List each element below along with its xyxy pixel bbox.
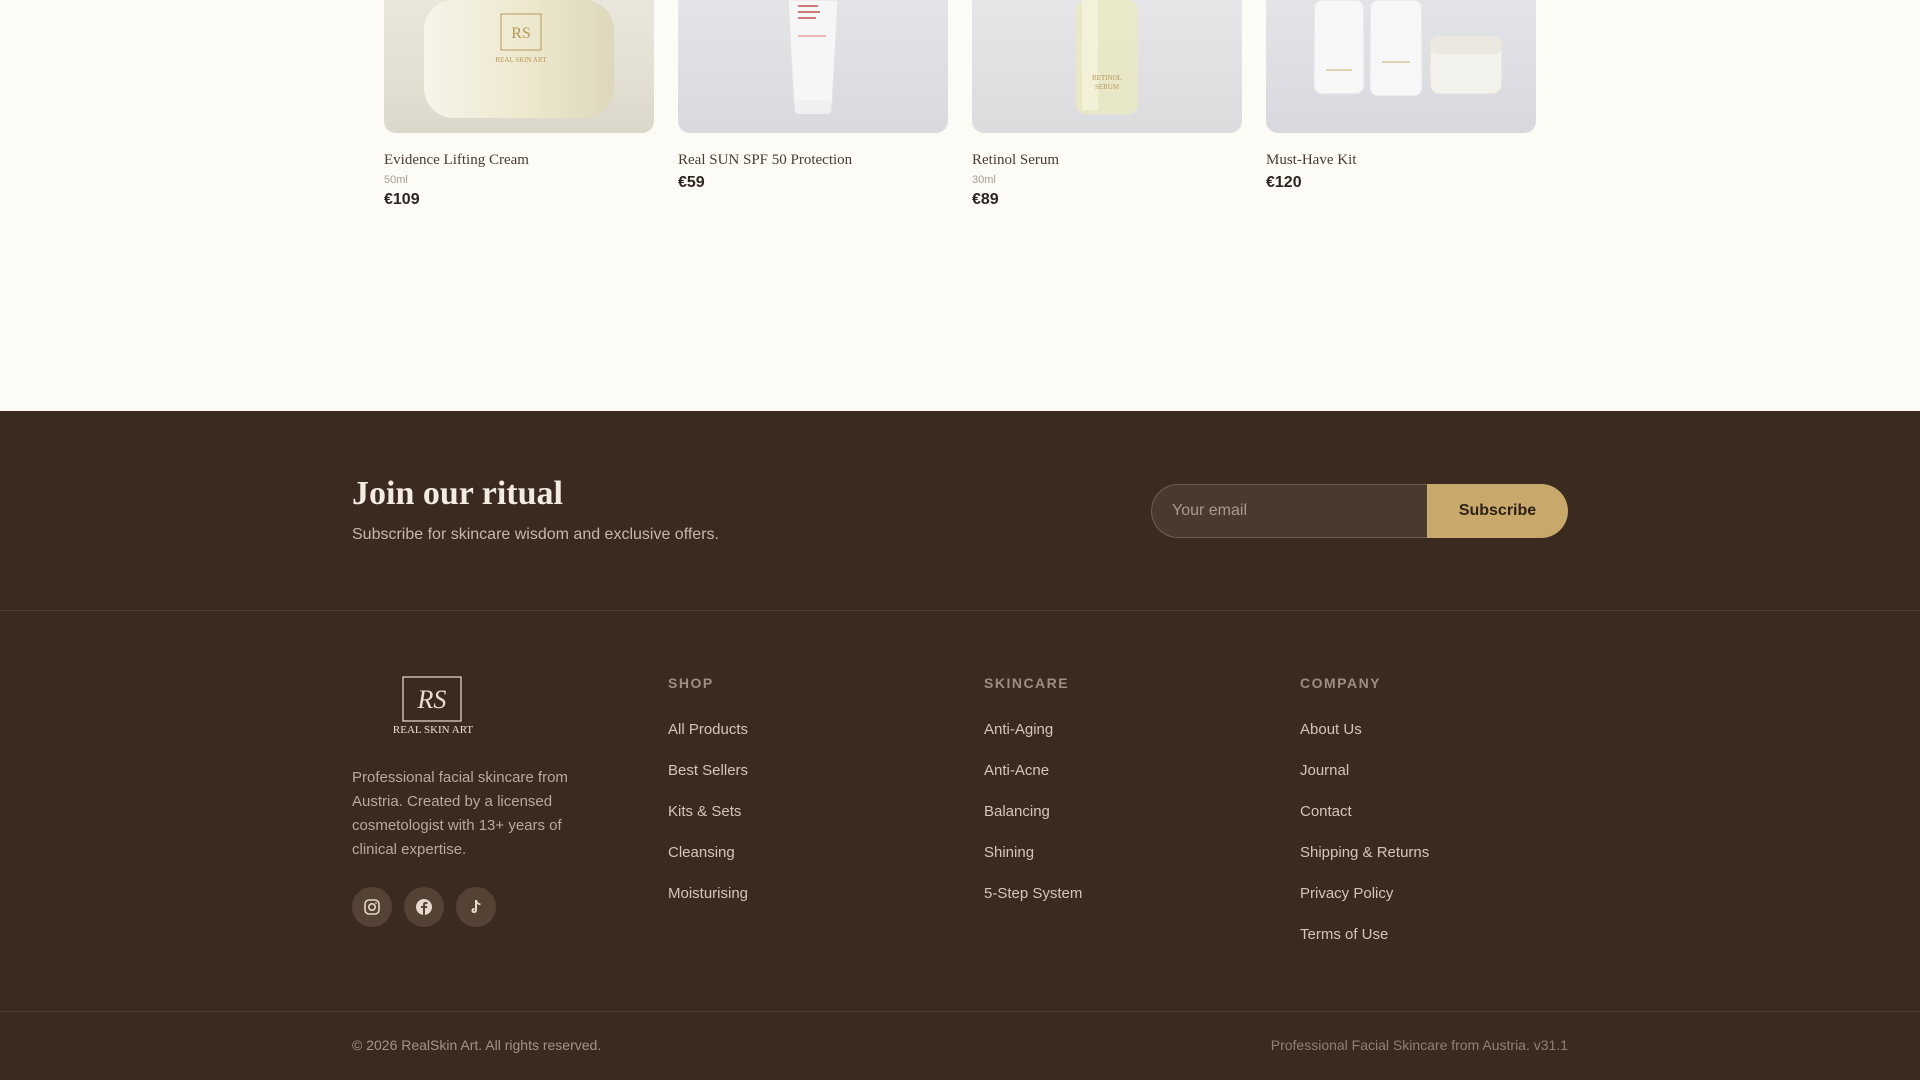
serum-bottle-image: RETINOL SERUM xyxy=(1076,0,1138,114)
product-card-must-have-kit[interactable]: Must-Have Kit €120 xyxy=(1266,0,1536,192)
product-size: 30ml xyxy=(972,174,996,186)
footer-link[interactable]: 5-Step System xyxy=(984,885,1082,926)
copyright-text: © 2026 RealSkin Art. All rights reserved… xyxy=(352,1037,602,1053)
footer-column-company: COMPANY About Us Journal Contact Shippin… xyxy=(1300,675,1429,967)
footer-link[interactable]: Kits & Sets xyxy=(668,803,748,844)
product-card-evidence-lifting-cream[interactable]: RS REAL SKIN ART Evidence Lifting Cream … xyxy=(384,0,654,209)
site-footer: Join our ritual Subscribe for skincare w… xyxy=(0,411,1920,1080)
product-name[interactable]: Evidence Lifting Cream xyxy=(384,152,654,169)
facebook-link[interactable] xyxy=(404,887,444,927)
svg-text:RETINOL: RETINOL xyxy=(1092,74,1122,82)
logo-text: REAL SKIN ART xyxy=(393,724,473,736)
svg-text:REAL SKIN ART: REAL SKIN ART xyxy=(495,56,547,64)
product-grid: RS REAL SKIN ART Evidence Lifting Cream … xyxy=(0,0,1920,411)
product-name[interactable]: Retinol Serum xyxy=(972,152,1242,169)
footer-column-shop: SHOP All Products Best Sellers Kits & Se… xyxy=(668,675,748,926)
kit-bottles-image xyxy=(1313,0,1503,97)
newsletter-section: Join our ritual Subscribe for skincare w… xyxy=(0,411,1920,611)
svg-text:SERUM: SERUM xyxy=(1095,83,1120,91)
footer-link[interactable]: Anti-Acne xyxy=(984,762,1082,803)
footer-link[interactable]: Best Sellers xyxy=(668,762,748,803)
tiktok-link[interactable] xyxy=(456,887,496,927)
product-price: €120 xyxy=(1266,174,1302,191)
email-input[interactable] xyxy=(1151,484,1428,538)
subscribe-button[interactable]: Subscribe xyxy=(1427,484,1568,538)
tiktok-icon xyxy=(471,900,481,913)
product-image[interactable]: RS REAL SKIN ART xyxy=(384,0,654,133)
facebook-icon xyxy=(416,899,432,915)
product-image[interactable] xyxy=(1266,0,1536,133)
sunscreen-tube-image xyxy=(787,0,839,114)
brand-logo[interactable]: RS REAL SKIN ART xyxy=(385,676,481,740)
footer-link[interactable]: Cleansing xyxy=(668,844,748,885)
cream-jar-image: RS REAL SKIN ART xyxy=(424,0,614,118)
newsletter-subtitle: Subscribe for skincare wisdom and exclus… xyxy=(352,526,719,543)
footer-link[interactable]: Contact xyxy=(1300,803,1429,844)
product-name[interactable]: Must-Have Kit xyxy=(1266,152,1536,169)
footer-link[interactable]: All Products xyxy=(668,721,748,762)
newsletter-title: Join our ritual xyxy=(352,475,563,512)
footer-link[interactable]: Shipping & Returns xyxy=(1300,844,1429,885)
product-image[interactable]: RETINOL SERUM xyxy=(972,0,1242,133)
footer-link[interactable]: Anti-Aging xyxy=(984,721,1082,762)
product-card-retinol-serum[interactable]: RETINOL SERUM Retinol Serum 30ml €89 xyxy=(972,0,1242,209)
footer-link[interactable]: Moisturising xyxy=(668,885,748,926)
footer-bottom-bar: © 2026 RealSkin Art. All rights reserved… xyxy=(0,1011,1920,1080)
footer-link[interactable]: About Us xyxy=(1300,721,1429,762)
footer-link[interactable]: Terms of Use xyxy=(1300,926,1429,967)
footer-link[interactable]: Journal xyxy=(1300,762,1429,803)
brand-description: Professional facial skincare from Austri… xyxy=(352,769,568,858)
logo-monogram: RS xyxy=(417,685,447,714)
social-links xyxy=(352,887,496,927)
footer-tagline: Professional Facial Skincare from Austri… xyxy=(1270,1037,1568,1053)
product-name[interactable]: Real SUN SPF 50 Protection xyxy=(678,152,948,169)
product-price: €89 xyxy=(972,191,999,208)
footer-link[interactable]: Balancing xyxy=(984,803,1082,844)
footer-column-skincare: SKINCARE Anti-Aging Anti-Acne Balancing … xyxy=(984,675,1082,926)
column-title: COMPANY xyxy=(1300,675,1382,691)
footer-link[interactable]: Privacy Policy xyxy=(1300,885,1429,926)
product-price: €59 xyxy=(678,174,705,191)
product-price: €109 xyxy=(384,191,420,208)
svg-text:RS: RS xyxy=(511,25,531,42)
instagram-link[interactable] xyxy=(352,887,392,927)
column-title: SHOP xyxy=(668,675,714,691)
product-size: 50ml xyxy=(384,174,408,186)
instagram-icon xyxy=(364,899,380,915)
column-title: SKINCARE xyxy=(984,675,1070,691)
product-image[interactable] xyxy=(678,0,948,133)
footer-link[interactable]: Shining xyxy=(984,844,1082,885)
product-card-real-sun-spf[interactable]: Real SUN SPF 50 Protection €59 xyxy=(678,0,948,192)
